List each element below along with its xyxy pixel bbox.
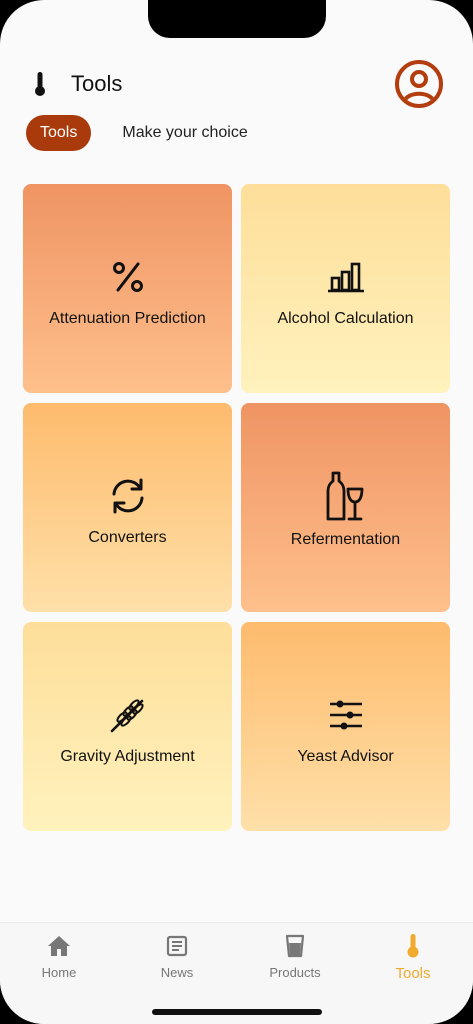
- nav-label: News: [160, 965, 194, 980]
- bar-chart-icon: [326, 257, 366, 297]
- thermometer-icon: [400, 933, 426, 959]
- page-title: Tools: [71, 71, 123, 96]
- tool-label: Yeast Advisor: [297, 748, 394, 765]
- tool-label: Alcohol Calculation: [277, 310, 414, 327]
- nav-label: Home: [41, 965, 77, 980]
- tool-card-gravity-adjustment[interactable]: Gravity Adjustment: [23, 622, 232, 831]
- tool-label: Attenuation Prediction: [49, 310, 206, 327]
- news-icon: [164, 933, 190, 959]
- nav-item-news[interactable]: News: [122, 933, 232, 993]
- refresh-icon: [108, 476, 148, 516]
- filter-chips: Tools Make your choice: [26, 114, 248, 152]
- thermometer-icon: [30, 70, 50, 98]
- home-icon: [46, 933, 72, 959]
- choice-label: Make your choice: [122, 124, 248, 141]
- app-screen: Tools Tools Make your choice Attenuation…: [0, 0, 473, 1024]
- tool-label: Refermentation: [290, 531, 401, 548]
- tool-card-converters[interactable]: Converters: [23, 403, 232, 612]
- tool-card-attenuation-prediction[interactable]: Attenuation Prediction: [23, 184, 232, 393]
- nav-item-tools[interactable]: Tools: [358, 933, 468, 993]
- bottle-glass-icon: [326, 471, 366, 523]
- nav-label: Tools: [395, 965, 431, 982]
- user-avatar-icon: [402, 70, 436, 103]
- device-notch: [148, 0, 326, 38]
- home-indicator: [152, 1009, 322, 1015]
- sliders-icon: [326, 695, 366, 735]
- tool-card-refermentation[interactable]: Refermentation: [241, 403, 450, 612]
- nav-item-products[interactable]: Products: [240, 933, 350, 993]
- tool-card-yeast-advisor[interactable]: Yeast Advisor: [241, 622, 450, 831]
- nav-item-home[interactable]: Home: [4, 933, 114, 993]
- wheat-icon: [108, 695, 148, 735]
- tool-label: Gravity Adjustment: [60, 748, 195, 765]
- percent-icon: [108, 257, 148, 297]
- profile-button[interactable]: [395, 60, 443, 108]
- glass-icon: [282, 933, 308, 959]
- nav-label: Products: [269, 965, 321, 980]
- header: Tools: [0, 56, 473, 112]
- tools-chip[interactable]: Tools: [26, 115, 92, 151]
- tool-card-alcohol-calculation[interactable]: Alcohol Calculation: [241, 184, 450, 393]
- tool-label: Converters: [88, 529, 167, 546]
